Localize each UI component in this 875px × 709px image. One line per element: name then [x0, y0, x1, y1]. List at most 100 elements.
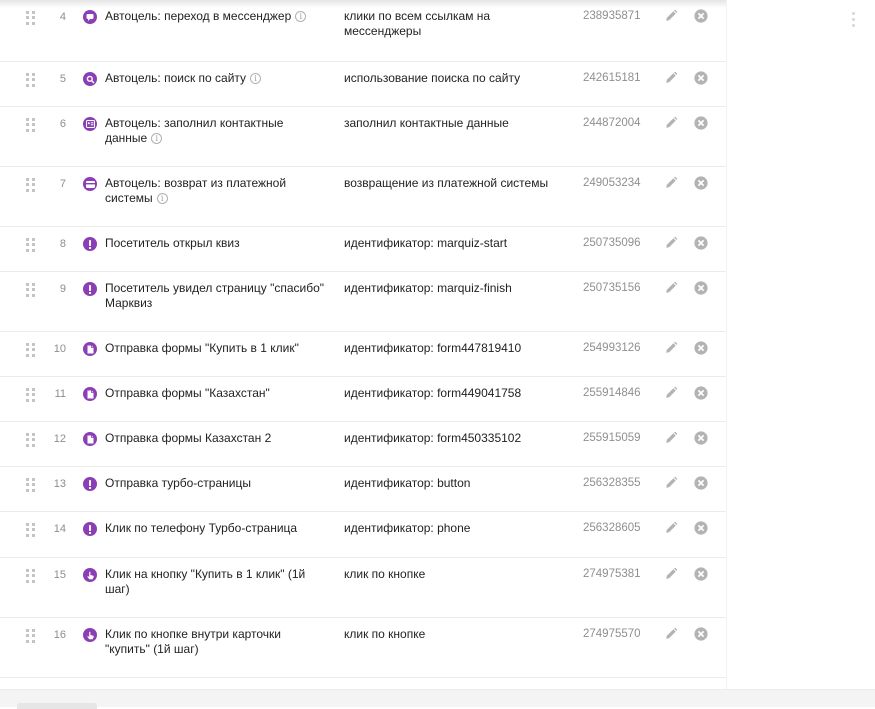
info-icon[interactable]: i	[295, 11, 307, 23]
drag-handle-icon[interactable]	[26, 629, 36, 643]
delete-x-icon[interactable]	[694, 431, 708, 445]
goal-id: 254993126	[583, 342, 641, 354]
exclamation-icon	[83, 522, 97, 536]
goal-id: 274975381	[583, 568, 641, 580]
form-icon	[83, 342, 97, 356]
table-row: 6 Автоцель: заполнил контактные данные i за…	[0, 107, 726, 167]
goal-name-text: Клик на кнопку "Купить в 1 клик" (1й шаг…	[105, 567, 306, 596]
goal-number: 5	[59, 73, 66, 85]
goal-condition: клик по кнопке	[344, 567, 426, 581]
edit-pencil-icon[interactable]	[664, 521, 678, 535]
delete-x-icon[interactable]	[694, 567, 708, 581]
goal-number: 4	[59, 11, 66, 23]
drag-handle-icon[interactable]	[26, 283, 36, 297]
goal-condition: клики по всем ссылкам на мессенджеры	[344, 9, 491, 38]
goal-id: 242615181	[583, 72, 641, 84]
drag-handle-icon[interactable]	[26, 11, 36, 25]
goal-name: Посетитель увидел страницу "спасибо" Мар…	[105, 281, 325, 311]
edit-pencil-icon[interactable]	[664, 627, 678, 641]
goal-number: 7	[59, 178, 66, 190]
drag-handle-icon[interactable]	[26, 73, 36, 87]
contact-card-icon	[83, 117, 97, 131]
goal-number: 10	[53, 343, 66, 355]
goal-name-text: Автоцель: переход в мессенджер	[105, 9, 292, 23]
info-icon[interactable]: i	[151, 133, 163, 145]
bottom-button[interactable]	[17, 703, 97, 709]
edit-pencil-icon[interactable]	[664, 281, 678, 295]
goal-name-text: Клик по телефону Турбо-страница	[105, 521, 298, 535]
goal-name: Клик по телефону Турбо-страница	[105, 521, 325, 536]
goal-number: 11	[54, 388, 66, 400]
search-icon	[83, 72, 97, 86]
goal-name: Отправка турбо-страницы	[105, 476, 325, 491]
goal-name-text: Посетитель увидел страницу "спасибо" Мар…	[105, 281, 325, 310]
edit-pencil-icon[interactable]	[664, 71, 678, 85]
goal-condition: идентификатор: form450335102	[344, 431, 522, 445]
edit-pencil-icon[interactable]	[664, 431, 678, 445]
drag-handle-icon[interactable]	[26, 118, 36, 132]
goal-name-text: Отправка формы "Казахстан"	[105, 386, 270, 400]
drag-handle-icon[interactable]	[26, 343, 36, 357]
exclamation-icon	[83, 477, 97, 491]
goal-condition: клик по кнопке	[344, 627, 426, 641]
drag-handle-icon[interactable]	[26, 569, 36, 583]
goal-id: 250735156	[583, 282, 641, 294]
goal-name: Автоцель: заполнил контактные данные i	[105, 116, 325, 146]
delete-x-icon[interactable]	[694, 476, 708, 490]
form-icon	[83, 387, 97, 401]
table-row: 13 Отправка турбо-страницы идентификатор: …	[0, 467, 726, 512]
delete-x-icon[interactable]	[694, 627, 708, 641]
edit-pencil-icon[interactable]	[664, 341, 678, 355]
table-row: 8 Посетитель открыл квиз идентификатор: ma…	[0, 227, 726, 272]
goal-name: Отправка формы "Купить в 1 клик"	[105, 341, 325, 356]
goal-name-text: Отправка формы Казахстан 2	[105, 431, 272, 445]
goal-name-text: Отправка формы "Купить в 1 клик"	[105, 341, 299, 355]
edit-pencil-icon[interactable]	[664, 236, 678, 250]
goal-id: 256328355	[583, 477, 641, 489]
table-row: 9 Посетитель увидел страницу "спасибо" Ма…	[0, 272, 726, 332]
drag-handle-icon[interactable]	[26, 388, 36, 402]
delete-x-icon[interactable]	[694, 521, 708, 535]
drag-handle-icon[interactable]	[26, 478, 36, 492]
delete-x-icon[interactable]	[694, 386, 708, 400]
table-row: 12 Отправка формы Казахстан 2 идентификато…	[0, 422, 726, 467]
goal-name-text: Автоцель: заполнил контактные данные	[105, 116, 284, 145]
goal-name: Автоцель: переход в мессенджер i	[105, 9, 325, 24]
goal-condition: заполнил контактные данные	[344, 116, 509, 130]
goal-name: Клик на кнопку "Купить в 1 клик" (1й шаг…	[105, 567, 325, 597]
edit-pencil-icon[interactable]	[664, 386, 678, 400]
drag-handle-icon[interactable]	[26, 523, 36, 537]
goal-condition: возвращение из платежной системы	[344, 176, 549, 190]
delete-x-icon[interactable]	[694, 116, 708, 130]
delete-x-icon[interactable]	[694, 341, 708, 355]
info-icon[interactable]: i	[156, 193, 168, 205]
edit-pencil-icon[interactable]	[664, 116, 678, 130]
goal-id: 244872004	[583, 117, 641, 129]
goal-name-text: Автоцель: поиск по сайту	[105, 71, 247, 85]
edit-pencil-icon[interactable]	[664, 476, 678, 490]
delete-x-icon[interactable]	[694, 9, 708, 23]
goal-id: 255914846	[583, 387, 641, 399]
payment-card-icon	[83, 177, 97, 191]
delete-x-icon[interactable]	[694, 71, 708, 85]
goal-name-text: Клик по кнопке внутри карточки "купить" …	[105, 627, 282, 656]
right-panel	[726, 0, 875, 706]
edit-pencil-icon[interactable]	[664, 567, 678, 581]
table-row: 4 Автоцель: переход в мессенджер i клики по…	[0, 0, 726, 62]
goal-condition: идентификатор: marquiz-start	[344, 236, 508, 250]
edit-pencil-icon[interactable]	[664, 9, 678, 23]
delete-x-icon[interactable]	[694, 281, 708, 295]
drag-handle-icon[interactable]	[26, 433, 36, 447]
drag-handle-icon[interactable]	[26, 238, 36, 252]
delete-x-icon[interactable]	[694, 176, 708, 190]
goal-number: 12	[53, 433, 66, 445]
goal-name: Клик по кнопке внутри карточки "купить" …	[105, 627, 325, 657]
more-menu-icon[interactable]	[852, 12, 856, 27]
goal-id: 250735096	[583, 237, 641, 249]
table-row: 10 Отправка формы "Купить в 1 клик" иденти…	[0, 332, 726, 377]
delete-x-icon[interactable]	[694, 236, 708, 250]
edit-pencil-icon[interactable]	[664, 176, 678, 190]
info-icon[interactable]: i	[250, 73, 262, 85]
form-icon	[83, 432, 97, 446]
drag-handle-icon[interactable]	[26, 178, 36, 192]
